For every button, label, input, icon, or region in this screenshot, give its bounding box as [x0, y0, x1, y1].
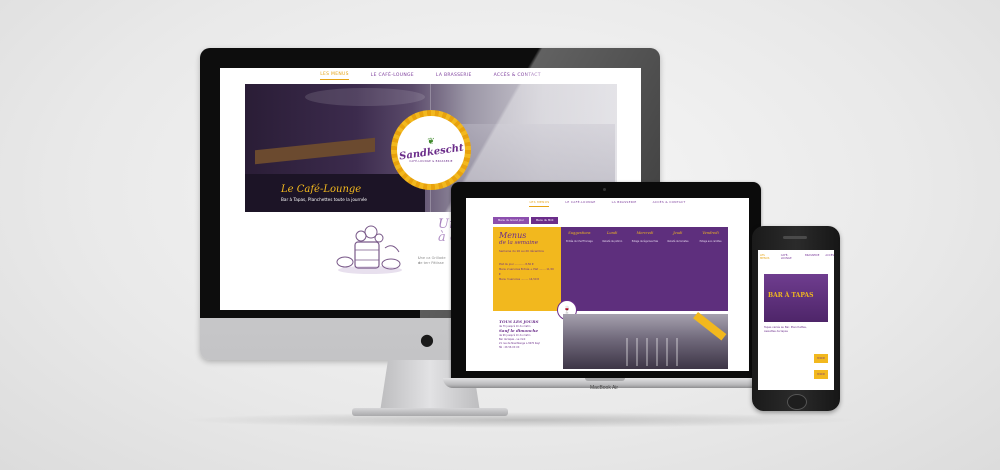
floor-shadow — [180, 412, 860, 428]
nav-item-menus[interactable]: LES MENUS — [320, 72, 349, 80]
price-button[interactable]: 8,50 € — [814, 354, 828, 363]
day-dish: Velouté de potiron — [602, 240, 623, 243]
nav-item-menus[interactable]: LES MENUS — [760, 254, 775, 260]
hero-subtitle: Bar à Tapas, Planchettes toute la journé… — [281, 197, 368, 202]
imac-base — [352, 408, 508, 416]
day-heading: Mercredi — [636, 231, 654, 235]
banner-title: BAR À TAPAS — [768, 292, 814, 299]
day-column: Suggestions Entrée du Chef Fromage — [563, 231, 596, 243]
price-line: Menu 2 services Entrée + Plat ........ 1… — [499, 268, 554, 276]
camera-icon — [603, 188, 606, 191]
nav-item-brasserie[interactable]: LA BRASSERIE — [612, 200, 637, 206]
tapas-description: Tapas variés au Bar. Planchettes, Assiet… — [764, 326, 807, 333]
nav-item-cafe-lounge[interactable]: LE CAFÉ-LOUNGE — [371, 73, 414, 80]
vegetable-basket-sketch-icon — [336, 225, 402, 274]
hero-title: Le Café-Lounge — [281, 184, 362, 195]
nav-item-menus[interactable]: LES MENUS — [529, 200, 550, 207]
speaker-icon — [783, 236, 807, 239]
menu-prices: Plat du jour ............ 8,50 € Menu 2 … — [499, 262, 555, 282]
macbook-label: MacBook Air — [590, 385, 619, 391]
day-dish: Potage aux carottes — [699, 240, 722, 243]
nav-item-cafe-lounge[interactable]: CAFÉ-LOUNGE — [781, 254, 799, 260]
iphone-nav: LES MENUS CAFÉ-LOUNGE BRASSERIE ACCÈS — [760, 254, 834, 260]
day-dish: Velouté de tomates — [667, 240, 689, 243]
nav-item-contact[interactable]: ACCÈS & CONTACT — [494, 73, 541, 80]
menu-subtitle: de la semaine — [499, 240, 539, 246]
day-column: Jeudi Velouté de tomates — [661, 231, 694, 243]
intro-text: Une ca Grillade de terr Pâtisse — [418, 256, 446, 265]
day-heading: Lundi — [606, 231, 618, 235]
logo: ❦ Sandkescht CAFÉ-LOUNGE & BRASSERIE — [397, 116, 465, 184]
day-column: Mercredi Potage de légumes frais — [629, 231, 662, 243]
hours-title: TOUS LES JOURS — [499, 319, 539, 324]
macbook-notch — [585, 378, 625, 381]
day-column: Lundi Velouté de potiron — [596, 231, 629, 243]
home-button[interactable] — [787, 394, 807, 410]
nav-item-brasserie[interactable]: BRASSERIE — [805, 254, 819, 260]
day-dish: Entrée du Chef Fromage — [566, 240, 593, 243]
olive-leaf-icon: ❦ — [427, 136, 435, 147]
day-heading: Suggestions — [568, 231, 591, 235]
day-column: Vendredi Potage aux carottes — [694, 231, 727, 243]
opening-hours: TOUS LES JOURS de 7h jusqu'à 1h du matin… — [499, 320, 557, 350]
nav-item-cafe-lounge[interactable]: LE CAFÉ-LOUNGE — [565, 200, 595, 206]
nav-item-contact[interactable]: ACCÈS — [825, 254, 834, 260]
day-dish: Potage de légumes frais — [631, 240, 659, 243]
wine-glasses-photo — [626, 338, 686, 366]
iphone-screen: LES MENUS CAFÉ-LOUNGE BRASSERIE ACCÈS BA… — [758, 250, 834, 390]
apple-logo-icon: ● — [420, 330, 434, 349]
menu-day-columns: Suggestions Entrée du Chef Fromage Lundi… — [563, 231, 727, 243]
imac-nav: LES MENUS LE CAFÉ-LOUNGE LA BRASSERIE AC… — [220, 68, 641, 84]
menu-date: Semaine du 16 au 20 décembre — [499, 249, 544, 253]
macbook-screen: LES MENUS LE CAFÉ-LOUNGE LA BRASSERIE AC… — [466, 198, 749, 371]
hero-ceiling-light — [305, 88, 425, 106]
day-heading: Jeudi — [673, 231, 683, 235]
nav-item-brasserie[interactable]: LA BRASSERIE — [436, 73, 472, 80]
tab-menu-midi[interactable]: Menu du Midi — [530, 217, 559, 224]
nav-item-contact[interactable]: ACCÈS & CONTACT — [653, 200, 686, 206]
menu-title: Menus — [499, 231, 527, 240]
price-line: Menu 3 services ......... 14,50 € — [499, 278, 540, 281]
tab-menu-grand-jour[interactable]: Menu du Grand Jour — [493, 217, 529, 224]
menu-tabs: Menu du Grand Jour Menu du Midi — [493, 217, 559, 224]
hero-bar-counter — [255, 137, 375, 165]
day-heading: Vendredi — [702, 231, 719, 235]
phone[interactable]: Tél : 26 56 XX XX — [499, 346, 557, 350]
macbook-nav: LES MENUS LE CAFÉ-LOUNGE LA BRASSERIE AC… — [466, 198, 749, 208]
hours-sunday: Sauf le dimanche — [499, 328, 538, 333]
price-button[interactable]: 8,50 € — [814, 370, 828, 379]
